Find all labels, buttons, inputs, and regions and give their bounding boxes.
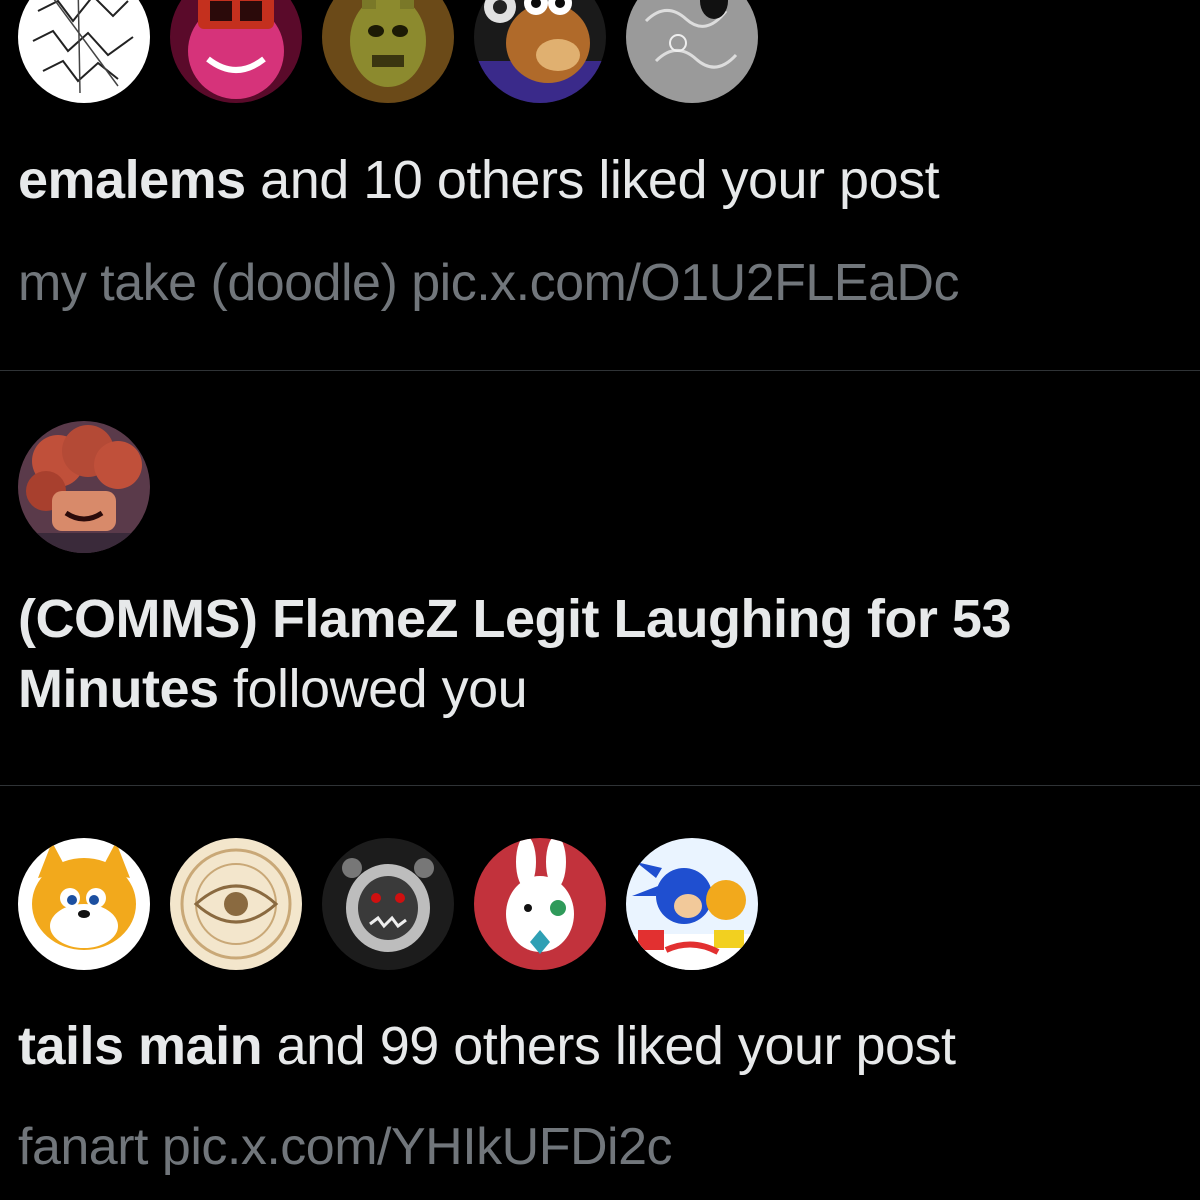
white-rabbit-avatar[interactable] — [474, 838, 606, 970]
notification-like-2[interactable]: tails main and 99 others liked your post… — [0, 786, 1200, 1200]
notification-text: emalems and 10 others liked your post — [18, 145, 1190, 215]
springtrap-avatar[interactable] — [322, 0, 454, 103]
pink-monster-avatar[interactable] — [170, 0, 302, 103]
media-link[interactable]: pic.x.com/YHIkUFDi2c — [162, 1118, 673, 1176]
notification-text: (COMMS) FlameZ Legit Laughing for 53 Min… — [18, 584, 1190, 724]
notifications-feed: emalems and 10 others liked your post my… — [0, 0, 1200, 1200]
post-snippet[interactable]: my take (doodle) pic.x.com/O1U2FLEaDc — [18, 250, 959, 316]
snippet-text: fanart — [18, 1118, 162, 1176]
sonic-tails-avatar[interactable] — [626, 838, 758, 970]
action-text: and 99 others liked your post — [262, 1016, 956, 1076]
snippet-text: my take (doodle) — [18, 254, 412, 312]
banjo-avatar[interactable] — [474, 0, 606, 103]
actor-name[interactable]: tails main — [18, 1016, 263, 1076]
notification-like-1[interactable]: emalems and 10 others liked your post my… — [0, 0, 1200, 370]
action-text: and 10 others liked your post — [245, 150, 940, 210]
post-snippet[interactable]: fanart pic.x.com/YHIkUFDi2c — [18, 1114, 673, 1180]
liker-avatars — [18, 0, 758, 103]
eye-emblem-avatar[interactable] — [170, 838, 302, 970]
tails-avatar[interactable] — [18, 838, 150, 970]
notification-follow[interactable]: (COMMS) FlameZ Legit Laughing for 53 Min… — [0, 371, 1200, 785]
white-doodle-avatar[interactable] — [18, 0, 150, 103]
action-text: followed you — [218, 659, 528, 719]
liker-avatars — [18, 838, 758, 970]
media-link[interactable]: pic.x.com/O1U2FLEaDc — [411, 254, 959, 312]
gray-sketch-avatar[interactable] — [626, 0, 758, 103]
orange-curly-hair-avatar[interactable] — [18, 421, 150, 553]
notification-text: tails main and 99 others liked your post — [18, 1011, 1190, 1081]
dark-creature-avatar[interactable] — [322, 838, 454, 970]
actor-name[interactable]: emalems — [18, 150, 246, 210]
follower-avatars — [18, 421, 150, 553]
